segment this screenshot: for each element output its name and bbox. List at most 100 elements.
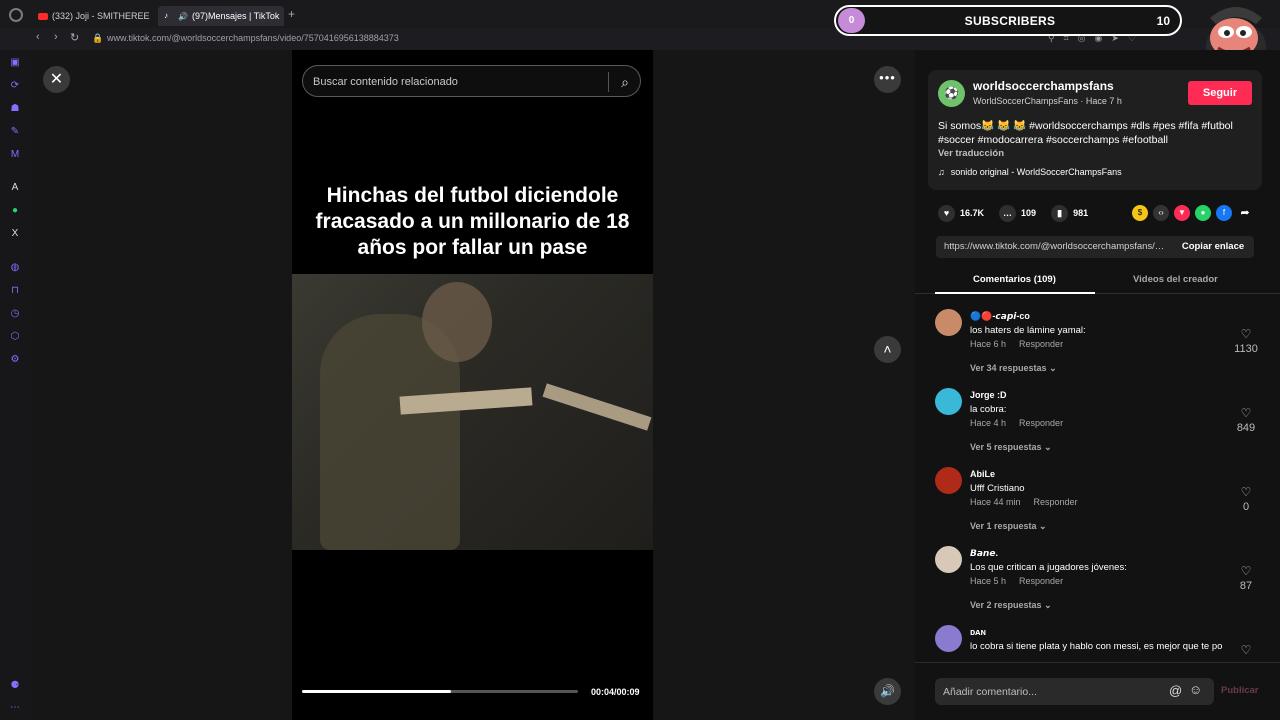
- reload-icon[interactable]: ↻: [70, 31, 79, 44]
- translate-link[interactable]: Ver traducción: [938, 148, 1004, 159]
- repost-icon[interactable]: ▼: [1174, 205, 1190, 221]
- comment-input[interactable]: [943, 683, 1163, 700]
- comment-text: los haters de lámine yamal:: [970, 325, 1086, 336]
- comment-meta: Hace 4 h Responder: [970, 418, 1063, 428]
- like-heart-icon[interactable]: ♥: [938, 204, 955, 222]
- creator-avatar[interactable]: ⚽: [938, 80, 965, 107]
- aria-icon[interactable]: A: [9, 182, 21, 194]
- related-search-box: ⌕: [302, 65, 641, 97]
- view-replies-button[interactable]: Ver 34 respuestas ⌄: [970, 363, 1057, 374]
- avatar[interactable]: [935, 309, 962, 336]
- comment-icon[interactable]: …: [999, 204, 1017, 222]
- creator-username[interactable]: worldsoccerchampsfans: [973, 79, 1114, 93]
- mention-icon[interactable]: @: [1169, 683, 1182, 698]
- comment-text: Ufff Cristiano: [970, 483, 1025, 494]
- whatsapp-icon[interactable]: ●: [9, 205, 21, 217]
- tab-comments[interactable]: Comentarios (109): [973, 274, 1056, 285]
- reply-button[interactable]: Responder: [1019, 339, 1063, 349]
- previous-video-button[interactable]: ˄: [874, 336, 901, 363]
- heart-icon[interactable]: ♡: [1235, 564, 1257, 578]
- share-icons: $ ‹› ▼ ● f ➦: [1132, 205, 1253, 221]
- x-icon[interactable]: X: [9, 228, 21, 240]
- avatar[interactable]: [935, 546, 962, 573]
- video-progress-bar[interactable]: [302, 690, 578, 693]
- avatar[interactable]: [935, 388, 962, 415]
- subscribers-count: 0: [838, 8, 865, 33]
- url-field[interactable]: www.tiktok.com/@worldsoccerchampsfans/vi…: [107, 33, 399, 43]
- music-info[interactable]: ♫ sonido original - WorldSoccerChampsFan…: [938, 167, 1122, 177]
- comment-username[interactable]: Jorge :D: [970, 390, 1007, 400]
- tab-youtube[interactable]: (332) Joji - SMITHEREENS: [32, 6, 150, 26]
- comment-username[interactable]: 🔵🔴-𝙘𝙖𝙥𝙞-co: [970, 311, 1030, 322]
- comment-like-count: 87: [1239, 580, 1253, 592]
- history-icon[interactable]: ◷: [9, 308, 21, 320]
- view-replies-button[interactable]: Ver 5 respuestas ⌄: [970, 442, 1052, 453]
- video-frame[interactable]: [292, 274, 653, 550]
- whatsapp-share-icon[interactable]: ●: [1195, 205, 1211, 221]
- bookmark-icon[interactable]: ⊓: [9, 285, 21, 297]
- share-link[interactable]: https://www.tiktok.com/@worldsoccerchamp…: [944, 241, 1169, 252]
- search-input[interactable]: [313, 73, 603, 90]
- gallery-icon[interactable]: ▣: [9, 57, 21, 69]
- copy-link-box: https://www.tiktok.com/@worldsoccerchamp…: [936, 236, 1254, 258]
- comment-item: ᴅᴀɴ lo cobra si tiene plata y hablo con …: [935, 618, 1260, 662]
- video-description: Si somos😹 😹 😹 #worldsoccerchamps #dls #p…: [938, 120, 1233, 146]
- save-count: 981: [1073, 208, 1089, 218]
- forward-icon[interactable]: ›: [54, 31, 58, 43]
- opera-logo-icon[interactable]: [9, 8, 23, 22]
- comment-like-count: 1130: [1234, 343, 1258, 355]
- pen-icon[interactable]: ✎: [9, 126, 21, 138]
- comment-username[interactable]: AbiLe: [970, 469, 995, 479]
- avatar[interactable]: [935, 625, 962, 652]
- video-caption-overlay: Hinchas del futbol diciendole fracasado …: [315, 184, 630, 259]
- pizza-box-flap: [542, 383, 652, 431]
- settings-gear-icon[interactable]: ⚙: [9, 354, 21, 366]
- back-icon[interactable]: ‹: [36, 31, 40, 43]
- share-arrow-icon[interactable]: ➦: [1237, 205, 1253, 221]
- bot-icon[interactable]: ☗: [9, 103, 21, 115]
- comment-username[interactable]: ᴅᴀɴ: [970, 627, 986, 637]
- comment-composer: @ ☺ Publicar: [915, 662, 1280, 720]
- comment-input-wrapper: @ ☺: [935, 678, 1214, 705]
- reply-button[interactable]: Responder: [1019, 576, 1063, 586]
- more-options-button[interactable]: •••: [874, 66, 901, 93]
- avatar[interactable]: [935, 467, 962, 494]
- coin-icon[interactable]: $: [1132, 205, 1148, 221]
- action-bar: ♥ 16.7K … 109 ▮ 981: [938, 204, 1103, 222]
- copy-link-button[interactable]: Copiar enlace: [1172, 236, 1254, 258]
- tiktok-icon: ♪: [164, 11, 168, 20]
- creator-card: ⚽ worldsoccerchampsfans WorldSoccerChamp…: [928, 70, 1262, 190]
- mail-icon[interactable]: M: [9, 149, 21, 161]
- heart-icon[interactable]: ♡: [1235, 485, 1257, 499]
- volume-button[interactable]: 🔊: [874, 678, 901, 705]
- heart-icon[interactable]: ♡: [1235, 327, 1257, 341]
- bookmark-icon[interactable]: ▮: [1051, 204, 1069, 222]
- emoji-icon[interactable]: ☺: [1189, 682, 1202, 697]
- comment-time: Hace 5 h: [970, 576, 1007, 586]
- comment-item: AbiLe Ufff Cristiano Hace 44 min Responde…: [935, 460, 1260, 539]
- search-divider: [608, 72, 609, 92]
- gx-icon[interactable]: ⚈: [9, 680, 21, 692]
- reply-button[interactable]: Responder: [1019, 418, 1063, 428]
- tab-creator-videos[interactable]: Videos del creador: [1133, 274, 1218, 285]
- heart-icon[interactable]: ♡: [1235, 643, 1257, 657]
- refresh-icon[interactable]: ⟳: [9, 80, 21, 92]
- view-replies-button[interactable]: Ver 1 respuesta ⌄: [970, 521, 1047, 532]
- tab-tiktok[interactable]: ♪ 🔊 (97)Mensajes | TikTok: [158, 6, 284, 26]
- embed-icon[interactable]: ‹›: [1153, 205, 1169, 221]
- comment-time: Hace 4 h: [970, 418, 1007, 428]
- view-replies-button[interactable]: Ver 2 respuestas ⌄: [970, 600, 1052, 611]
- facebook-icon[interactable]: f: [1216, 205, 1232, 221]
- heart-icon[interactable]: ♡: [1235, 406, 1257, 420]
- publish-button[interactable]: Publicar: [1221, 685, 1259, 696]
- follow-button[interactable]: Seguir: [1188, 81, 1252, 105]
- more-icon[interactable]: ⋯: [9, 702, 21, 714]
- reply-button[interactable]: Responder: [1034, 497, 1078, 507]
- new-tab-button[interactable]: +: [288, 7, 295, 21]
- close-button[interactable]: ✕: [43, 66, 70, 93]
- comment-username[interactable]: 𝘽𝙖𝙣𝙚.: [970, 548, 998, 559]
- search-icon[interactable]: ⌕: [615, 72, 635, 92]
- spotify-icon[interactable]: ◍: [9, 262, 21, 274]
- extension-icon[interactable]: ⬡: [9, 331, 21, 343]
- view-replies-label: Ver 2 respuestas: [970, 600, 1042, 610]
